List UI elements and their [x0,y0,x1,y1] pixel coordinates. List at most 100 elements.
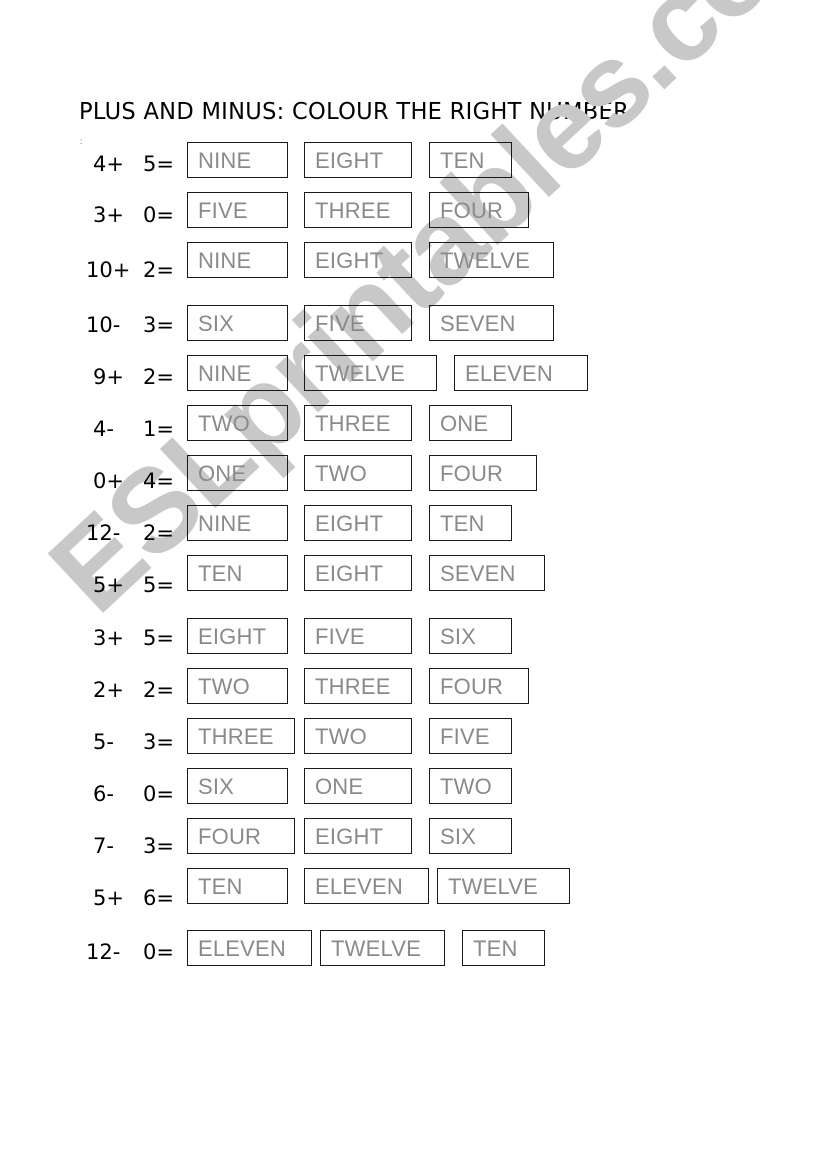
equation-left-operand: 3+ [93,203,124,227]
answer-option-label: ELEVEN [465,361,554,386]
answer-option-box[interactable]: FIVE [304,618,412,654]
answer-option-label: TWELVE [448,874,539,899]
answer-option-label: ONE [198,461,247,486]
answer-option-label: FIVE [198,198,248,223]
answer-option-label: SEVEN [440,561,516,586]
answer-option-box[interactable]: TWELVE [429,242,554,278]
answer-option-box[interactable]: NINE [187,242,288,278]
equation-right-operand: 3= [143,730,174,754]
answer-option-box[interactable]: SIX [187,305,288,341]
answer-option-label: FIVE [315,311,365,336]
answer-option-box[interactable]: FIVE [429,718,512,754]
answer-option-label: FIVE [315,624,365,649]
equation-right-operand: 0= [143,203,174,227]
equation-right-operand: 0= [143,782,174,806]
answer-option-label: SIX [198,774,235,799]
answer-option-box[interactable]: ELEVEN [454,355,588,391]
equation-right-operand: 5= [143,626,174,650]
answer-option-box[interactable]: TEN [429,505,512,541]
answer-option-label: TWELVE [440,248,531,273]
answer-option-box[interactable]: TWO [429,768,512,804]
answer-option-label: FOUR [440,461,504,486]
answer-option-label: NINE [198,248,252,273]
answer-option-label: THREE [315,411,391,436]
answer-option-box[interactable]: TWELVE [304,355,437,391]
answer-option-label: EIGHT [315,148,384,173]
answer-option-box[interactable]: TWO [304,455,412,491]
answer-option-box[interactable]: NINE [187,505,288,541]
answer-option-box[interactable]: FIVE [187,192,288,228]
answer-option-label: THREE [198,724,274,749]
answer-option-box[interactable]: FOUR [187,818,295,854]
equation-right-operand: 6= [143,886,174,910]
answer-option-label: THREE [315,198,391,223]
answer-option-box[interactable]: NINE [187,142,288,178]
answer-option-box[interactable]: FOUR [429,192,529,228]
answer-option-box[interactable]: SEVEN [429,305,554,341]
answer-option-box[interactable]: TWO [304,718,412,754]
answer-option-box[interactable]: TWELVE [320,930,445,966]
answer-option-box[interactable]: NINE [187,355,288,391]
answer-option-label: SIX [198,311,235,336]
equation-right-operand: 4= [143,469,174,493]
answer-option-box[interactable]: EIGHT [187,618,288,654]
answer-option-label: TEN [440,148,485,173]
answer-option-box[interactable]: TWELVE [437,868,570,904]
answer-option-box[interactable]: EIGHT [304,505,412,541]
equation-left-operand: 10+ [86,258,131,282]
equation-left-operand: 5+ [93,573,124,597]
answer-option-box[interactable]: FOUR [429,668,529,704]
answer-option-box[interactable]: THREE [187,718,295,754]
answer-option-box[interactable]: TEN [429,142,512,178]
equation-left-operand: 0+ [93,469,124,493]
answer-option-box[interactable]: SIX [187,768,288,804]
answer-option-box[interactable]: ONE [187,455,288,491]
answer-option-label: FOUR [440,674,504,699]
answer-option-box[interactable]: SIX [429,818,512,854]
equation-left-operand: 4+ [93,152,124,176]
equation-left-operand: 10- [86,313,121,337]
answer-option-label: TEN [198,874,243,899]
answer-option-box[interactable]: TWO [187,405,288,441]
answer-option-label: TWO [198,674,250,699]
answer-option-label: TWELVE [315,361,406,386]
answer-option-label: FIVE [440,724,490,749]
answer-option-box[interactable]: ONE [304,768,412,804]
answer-option-label: NINE [198,511,252,536]
answer-option-box[interactable]: FOUR [429,455,537,491]
answer-option-label: TWO [315,724,367,749]
equation-left-operand: 9+ [93,365,124,389]
equation-right-operand: 2= [143,365,174,389]
equation-left-operand: 7- [93,834,114,858]
answer-option-label: ELEVEN [198,936,287,961]
answer-option-box[interactable]: ONE [429,405,512,441]
answer-option-box[interactable]: ELEVEN [304,868,429,904]
answer-option-label: ONE [315,774,364,799]
answer-option-label: ONE [440,411,489,436]
equation-right-operand: 5= [143,573,174,597]
answer-option-box[interactable]: SIX [429,618,512,654]
answer-option-box[interactable]: TEN [462,930,545,966]
answer-option-box[interactable]: EIGHT [304,142,412,178]
answer-option-box[interactable]: EIGHT [304,555,412,591]
answer-option-label: TWELVE [331,936,422,961]
answer-option-box[interactable]: EIGHT [304,818,412,854]
answer-option-box[interactable]: THREE [304,668,412,704]
worksheet-page: PLUS AND MINUS: COLOUR THE RIGHT NUMBER.… [0,0,826,1169]
answer-option-box[interactable]: FIVE [304,305,412,341]
answer-option-label: SIX [440,824,477,849]
answer-option-box[interactable]: THREE [304,405,412,441]
equation-left-operand: 3+ [93,626,124,650]
answer-option-box[interactable]: TWO [187,668,288,704]
answer-option-box[interactable]: ELEVEN [187,930,312,966]
answer-option-box[interactable]: THREE [304,192,412,228]
equation-left-operand: 12- [86,940,121,964]
answer-option-box[interactable]: SEVEN [429,555,545,591]
answer-option-label: TEN [440,511,485,536]
answer-option-label: NINE [198,148,252,173]
answer-option-label: ELEVEN [315,874,404,899]
answer-option-box[interactable]: TEN [187,868,288,904]
answer-option-box[interactable]: TEN [187,555,288,591]
answer-option-box[interactable]: EIGHT [304,242,412,278]
answer-option-label: NINE [198,361,252,386]
